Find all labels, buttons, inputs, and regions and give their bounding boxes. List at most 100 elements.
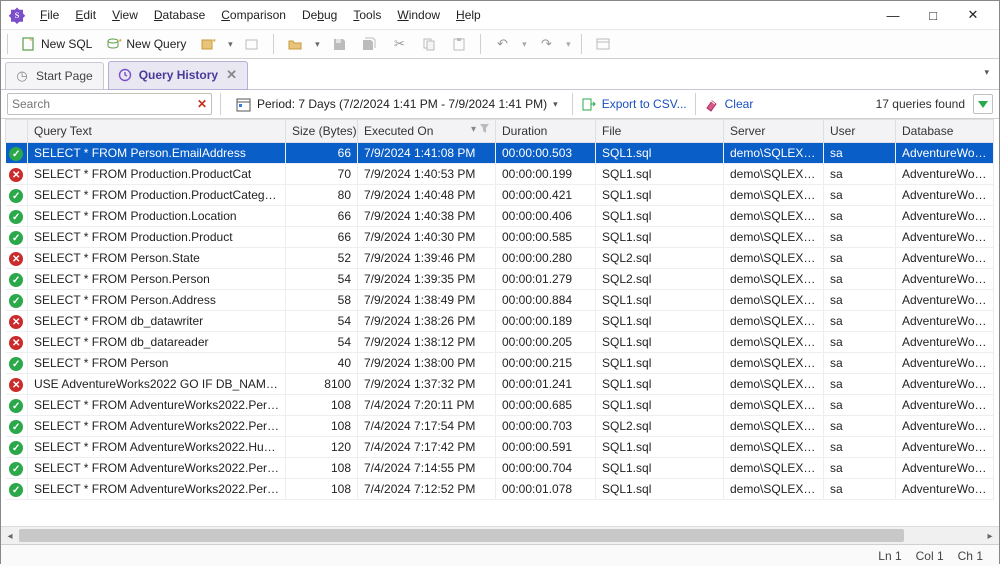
new-object-button[interactable]: ★ xyxy=(195,32,221,56)
table-row[interactable]: ✕USE AdventureWorks2022 GO IF DB_NAME() … xyxy=(6,374,994,395)
filter-icon[interactable] xyxy=(480,124,489,133)
window-close[interactable]: ✕ xyxy=(953,2,993,28)
cell-size: 58 xyxy=(286,290,358,311)
tab-start-page[interactable]: ◷ Start Page xyxy=(5,62,104,90)
cell-file: SQL1.sql xyxy=(596,437,724,458)
table-row[interactable]: ✓SELECT * FROM Person407/9/2024 1:38:00 … xyxy=(6,353,994,374)
table-row[interactable]: ✕SELECT * FROM Production.ProductCat707/… xyxy=(6,164,994,185)
table-row[interactable]: ✓SELECT * FROM Production.Location667/9/… xyxy=(6,206,994,227)
save-all-button[interactable] xyxy=(356,32,382,56)
scroll-left-icon[interactable]: ◂ xyxy=(1,527,19,545)
table-row[interactable]: ✓SELECT * FROM AdventureWorks2022.Person… xyxy=(6,416,994,437)
col-size[interactable]: Size (Bytes) xyxy=(286,120,358,143)
col-duration[interactable]: Duration xyxy=(496,120,596,143)
new-group-button[interactable] xyxy=(239,32,265,56)
table-row[interactable]: ✓SELECT * FROM Person.Person547/9/2024 1… xyxy=(6,269,994,290)
table-row[interactable]: ✓ SELECT * FROM AdventureWorks2022.HumanR… xyxy=(6,437,994,458)
table-row[interactable]: ✓SELECT * FROM Production.Product667/9/2… xyxy=(6,227,994,248)
menu-debug[interactable]: Debug xyxy=(295,4,344,26)
clear-button[interactable]: Clear xyxy=(704,96,754,112)
cell-database: AdventureWork... xyxy=(896,374,994,395)
cell-executed: 7/9/2024 1:40:38 PM xyxy=(358,206,496,227)
window-minimize[interactable]: — xyxy=(873,2,913,28)
filter-dropdown[interactable] xyxy=(973,94,993,114)
col-query[interactable]: Query Text xyxy=(28,120,286,143)
cell-executed: 7/4/2024 7:14:55 PM xyxy=(358,458,496,479)
table-row[interactable]: ✕SELECT * FROM db_datawriter547/9/2024 1… xyxy=(6,311,994,332)
cell-user: sa xyxy=(824,353,896,374)
window-maximize[interactable]: □ xyxy=(913,2,953,28)
menu-comparison[interactable]: Comparison xyxy=(214,4,293,26)
clear-search-icon[interactable]: ✕ xyxy=(197,97,207,111)
tab-close-icon[interactable]: ✕ xyxy=(226,67,237,83)
col-server[interactable]: Server xyxy=(724,120,824,143)
cell-database: AdventureWork... xyxy=(896,437,994,458)
dropdown-arrow-icon[interactable]: ▾ xyxy=(312,39,322,50)
save-button[interactable] xyxy=(326,32,352,56)
new-query-button[interactable]: ★ New Query xyxy=(101,32,191,56)
cell-server: demo\SQLEXPR... xyxy=(724,269,824,290)
col-database[interactable]: Database xyxy=(896,120,994,143)
export-csv-button[interactable]: Export to CSV... xyxy=(581,96,687,112)
cell-size: 108 xyxy=(286,458,358,479)
table-row[interactable]: ✕SELECT * FROM db_datareader547/9/2024 1… xyxy=(6,332,994,353)
menu-bar: S File Edit View Database Comparison Deb… xyxy=(1,1,999,29)
cell-query: SELECT * FROM AdventureWorks2022.HumanRe… xyxy=(28,437,286,458)
tab-options-dropdown[interactable]: ▾ xyxy=(984,67,989,78)
status-ok-icon: ✓ xyxy=(9,462,23,476)
menu-view[interactable]: View xyxy=(105,4,145,26)
cell-database: AdventureWork... xyxy=(896,269,994,290)
calendar-icon xyxy=(235,96,251,112)
menu-window[interactable]: Window xyxy=(390,4,447,26)
redo-button[interactable]: ↷ xyxy=(533,32,559,56)
horizontal-scrollbar[interactable]: ◂ ▸ xyxy=(1,526,999,544)
menu-edit[interactable]: Edit xyxy=(68,4,103,26)
cell-file: SQL2.sql xyxy=(596,248,724,269)
status-ok-icon: ✓ xyxy=(9,231,23,245)
table-row[interactable]: ✓SELECT * FROM Person.Address587/9/2024 … xyxy=(6,290,994,311)
search-input[interactable]: ✕ xyxy=(7,93,212,115)
col-executed[interactable]: Executed On▾ xyxy=(358,120,496,143)
cell-executed: 7/9/2024 1:38:00 PM xyxy=(358,353,496,374)
col-user[interactable]: User xyxy=(824,120,896,143)
dropdown-arrow-icon[interactable]: ▾ xyxy=(563,39,573,50)
dropdown-arrow-icon[interactable]: ▾ xyxy=(519,39,529,50)
scroll-right-icon[interactable]: ▸ xyxy=(981,527,999,545)
cell-file: SQL1.sql xyxy=(596,479,724,500)
menu-database[interactable]: Database xyxy=(147,4,212,26)
table-row[interactable]: ✓SELECT * FROM AdventureWorks2022.Person… xyxy=(6,395,994,416)
menu-tools[interactable]: Tools xyxy=(346,4,388,26)
cell-user: sa xyxy=(824,290,896,311)
period-selector[interactable]: Period: 7 Days (7/2/2024 1:41 PM - 7/9/2… xyxy=(229,96,564,112)
table-row[interactable]: ✕SELECT * FROM Person.State527/9/2024 1:… xyxy=(6,248,994,269)
undo-button[interactable]: ↶ xyxy=(489,32,515,56)
menu-file[interactable]: File xyxy=(33,4,66,26)
search-field[interactable] xyxy=(12,97,197,111)
cell-executed: 7/4/2024 7:17:42 PM xyxy=(358,437,496,458)
cell-server: demo\SQLEXPR... xyxy=(724,332,824,353)
new-sql-button[interactable]: ★ New SQL xyxy=(16,32,97,56)
table-row[interactable]: ✓SELECT * FROM Production.ProductCategor… xyxy=(6,185,994,206)
scrollbar-thumb[interactable] xyxy=(19,529,904,542)
window-layout-button[interactable] xyxy=(590,32,616,56)
table-row[interactable]: ✓SELECT * FROM Person.EmailAddress667/9/… xyxy=(6,143,994,164)
status-column[interactable] xyxy=(6,120,28,143)
tab-query-history[interactable]: Query History ✕ xyxy=(108,61,248,90)
cell-duration: 00:00:00.406 xyxy=(496,206,596,227)
paste-button[interactable] xyxy=(446,32,472,56)
menu-help[interactable]: Help xyxy=(449,4,488,26)
cell-user: sa xyxy=(824,395,896,416)
status-ok-icon: ✓ xyxy=(9,441,23,455)
cell-query: SELECT * FROM AdventureWorks2022.Person.… xyxy=(28,416,286,437)
cut-icon: ✂ xyxy=(391,36,407,52)
column-headers: Query Text Size (Bytes) Executed On▾ Dur… xyxy=(6,120,994,143)
cell-executed: 7/9/2024 1:39:35 PM xyxy=(358,269,496,290)
table-row[interactable]: ✓SELECT * FROM AdventureWorks2022.Person… xyxy=(6,458,994,479)
copy-button[interactable] xyxy=(416,32,442,56)
table-row[interactable]: ✓SELECT * FROM AdventureWorks2022.Person… xyxy=(6,479,994,500)
cut-button[interactable]: ✂ xyxy=(386,32,412,56)
cell-executed: 7/9/2024 1:40:30 PM xyxy=(358,227,496,248)
dropdown-arrow-icon[interactable]: ▾ xyxy=(225,39,235,50)
col-file[interactable]: File xyxy=(596,120,724,143)
open-button[interactable] xyxy=(282,32,308,56)
